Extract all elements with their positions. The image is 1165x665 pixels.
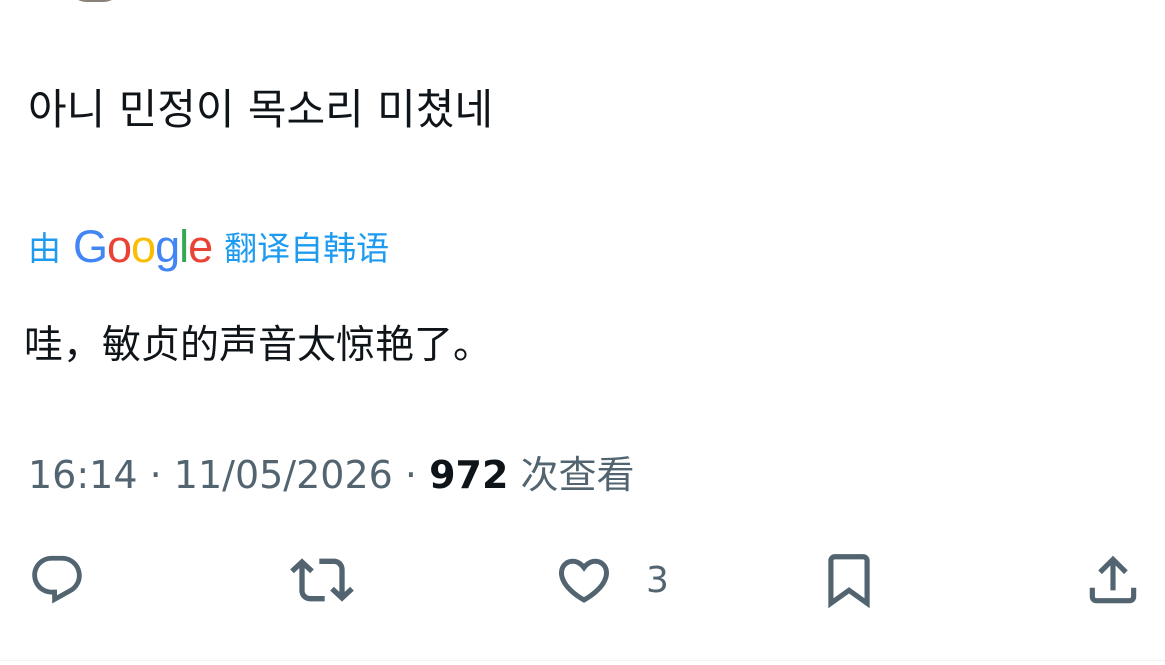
bookmark-button[interactable]	[818, 548, 880, 612]
meta-separator: ·	[149, 453, 162, 497]
translated-text: 哇，敏贞的声音太惊艳了。	[24, 323, 493, 368]
bookmark-icon	[828, 554, 870, 609]
tweet-time[interactable]: 16:14	[28, 453, 138, 497]
tweet-date[interactable]: 11/05/2026	[174, 453, 393, 497]
like-button[interactable]: 3	[554, 548, 669, 612]
google-logo: Google	[73, 220, 213, 272]
tweet-meta: 16:14 · 11/05/2026 · 972 次查看	[28, 448, 635, 502]
views-count: 972	[429, 453, 509, 497]
translation-prefix: 由	[28, 229, 61, 268]
avatar[interactable]	[70, 0, 120, 2]
views-label: 次查看	[520, 453, 635, 497]
google-logo-letter: o	[131, 220, 156, 272]
retweet-icon	[290, 558, 354, 602]
like-count: 3	[646, 559, 669, 601]
translation-attribution[interactable]: 由 Google 翻译自韩语	[28, 218, 389, 274]
retweet-button[interactable]	[290, 548, 354, 612]
heart-icon	[558, 558, 610, 603]
share-icon	[1089, 555, 1137, 604]
translation-suffix: 翻译自韩语	[224, 229, 390, 268]
google-logo-letter: l	[179, 220, 189, 272]
tweet-text: 아니 민정이 목소리 미쳤네	[28, 85, 494, 134]
google-logo-letter: o	[107, 220, 132, 272]
share-button[interactable]	[1082, 548, 1144, 612]
google-logo-letter: e	[188, 220, 213, 272]
divider	[0, 660, 1165, 661]
google-logo-letter: G	[73, 220, 108, 272]
reply-icon	[32, 555, 82, 604]
google-logo-letter: g	[155, 220, 180, 272]
meta-separator: ·	[404, 453, 418, 497]
reply-button[interactable]	[28, 548, 86, 612]
